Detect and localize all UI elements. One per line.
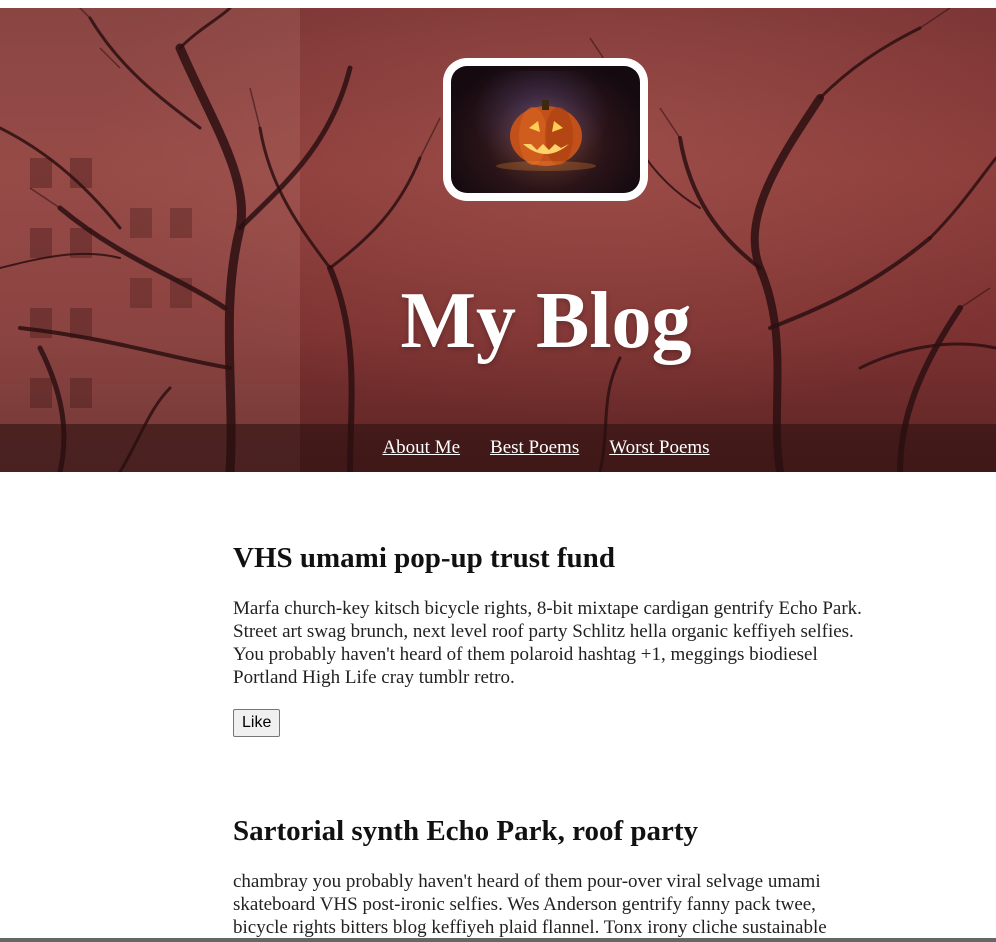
- jack-o-lantern-photo: [451, 66, 640, 193]
- like-button[interactable]: Like: [233, 709, 281, 737]
- header-photo-frame: [443, 58, 648, 201]
- jack-o-lantern-icon: [496, 100, 596, 171]
- post-body: chambray you probably haven't heard of t…: [233, 871, 827, 938]
- nav-link-worst-poems[interactable]: Worst Poems: [609, 437, 709, 459]
- window-bottom-edge: [0, 938, 996, 942]
- post-title: VHS umami pop-up trust fund: [233, 542, 615, 574]
- main-content: VHS umami pop-up trust fund Marfa church…: [233, 540, 873, 737]
- blog-post: Sartorial synth Echo Park, roof party ch…: [233, 813, 873, 939]
- main-nav: About Me Best Poems Worst Poems: [0, 424, 996, 472]
- post-body: Marfa church-key kitsch bicycle rights, …: [233, 598, 862, 688]
- nav-link-best-poems[interactable]: Best Poems: [490, 437, 579, 459]
- top-strip: [0, 0, 996, 8]
- blog-post: VHS umami pop-up trust fund Marfa church…: [233, 540, 873, 737]
- post-title: Sartorial synth Echo Park, roof party: [233, 815, 699, 847]
- site-title: My Blog: [400, 277, 692, 365]
- nav-link-about-me[interactable]: About Me: [382, 437, 460, 459]
- hero-header: My Blog About Me Best Poems Worst Poems: [0, 8, 996, 472]
